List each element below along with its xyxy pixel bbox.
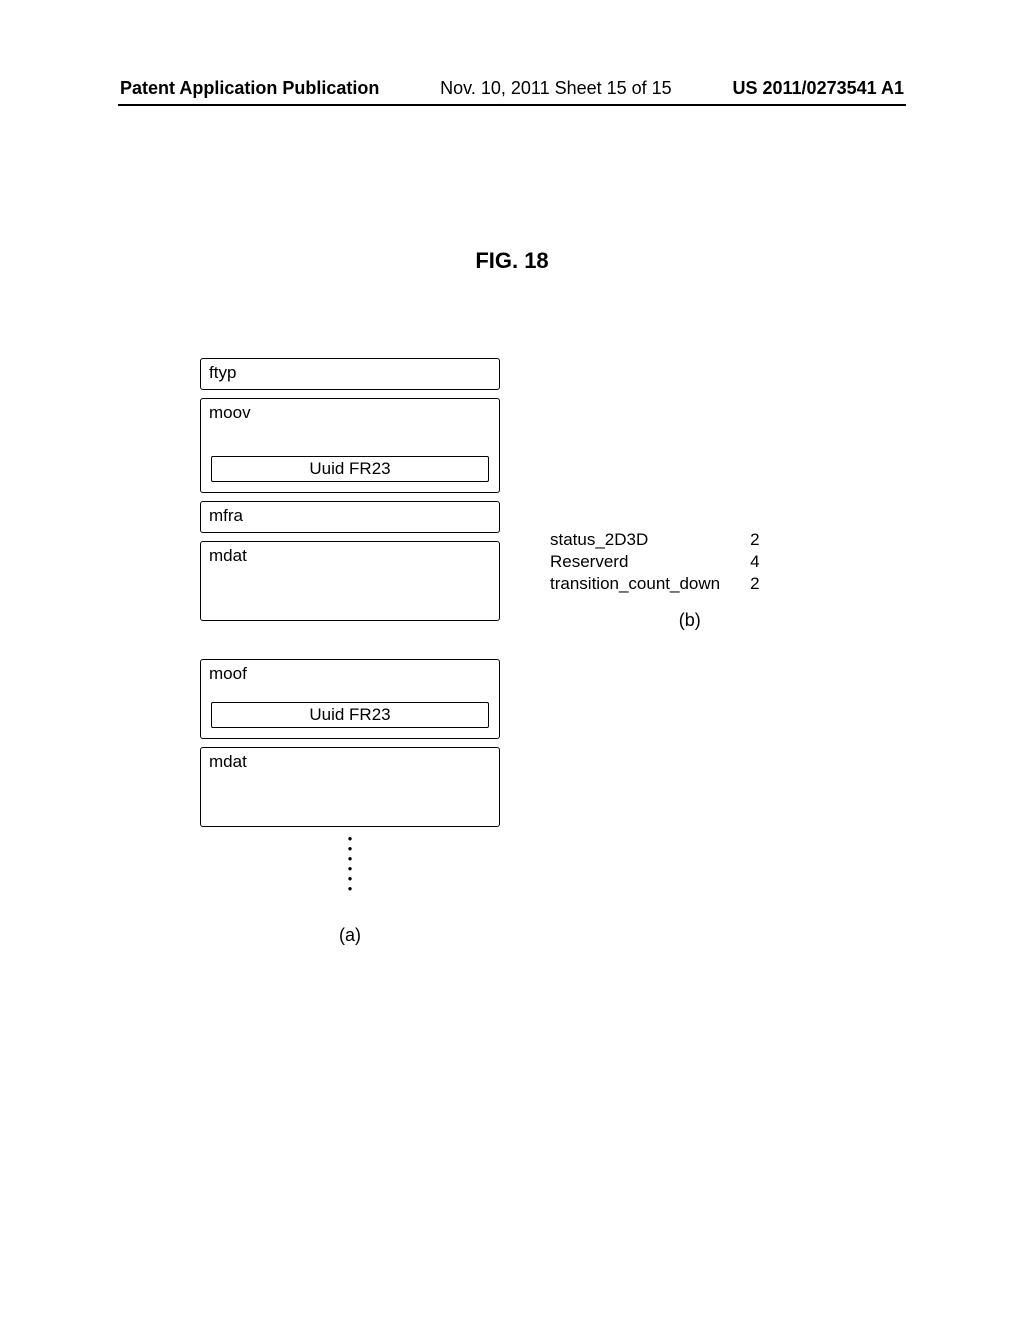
header-center: Nov. 10, 2011 Sheet 15 of 15	[440, 78, 672, 99]
table-b-table: status_2D3D 2 Reserverd 4 transition_cou…	[550, 530, 770, 596]
page-header: Patent Application Publication Nov. 10, …	[0, 78, 1024, 99]
box-moof: moof Uuid FR23	[200, 659, 500, 739]
table-row: transition_count_down 2	[550, 574, 770, 596]
header-left: Patent Application Publication	[120, 78, 379, 99]
box-mdat-1-label: mdat	[209, 546, 247, 565]
box-moov-label: moov	[209, 403, 251, 422]
box-mdat-2-label: mdat	[209, 752, 247, 771]
header-divider	[118, 104, 906, 106]
box-moof-inner: Uuid FR23	[211, 702, 489, 728]
table-cell-value: 2	[730, 530, 769, 552]
table-cell-label: transition_count_down	[550, 574, 730, 596]
box-moov-inner: Uuid FR23	[211, 456, 489, 482]
box-mdat-1: mdat	[200, 541, 500, 621]
table-cell-value: 2	[730, 574, 769, 596]
table-row: Reserverd 4	[550, 552, 770, 574]
box-mdat-2: mdat	[200, 747, 500, 827]
caption-b: (b)	[610, 610, 770, 631]
box-ftyp: ftyp	[200, 358, 500, 390]
box-moof-inner-label: Uuid FR23	[309, 705, 390, 724]
table-row: status_2D3D 2	[550, 530, 770, 552]
box-moov-inner-label: Uuid FR23	[309, 459, 390, 478]
header-right: US 2011/0273541 A1	[733, 78, 904, 99]
diagram-a: ftyp moov Uuid FR23 mfra mdat moof Uuid …	[200, 358, 500, 946]
box-mfra-label: mfra	[209, 506, 243, 525]
box-ftyp-label: ftyp	[209, 363, 236, 382]
table-cell-label: status_2D3D	[550, 530, 730, 552]
box-moov: moov Uuid FR23	[200, 398, 500, 493]
box-moof-label: moof	[209, 664, 247, 683]
table-cell-label: Reserverd	[550, 552, 730, 574]
table-b: status_2D3D 2 Reserverd 4 transition_cou…	[550, 530, 770, 631]
caption-a: (a)	[200, 925, 500, 946]
vertical-ellipsis: ● ● ● ● ● ●	[200, 835, 500, 895]
figure-title: FIG. 18	[0, 248, 1024, 274]
box-mfra: mfra	[200, 501, 500, 533]
table-cell-value: 4	[730, 552, 769, 574]
